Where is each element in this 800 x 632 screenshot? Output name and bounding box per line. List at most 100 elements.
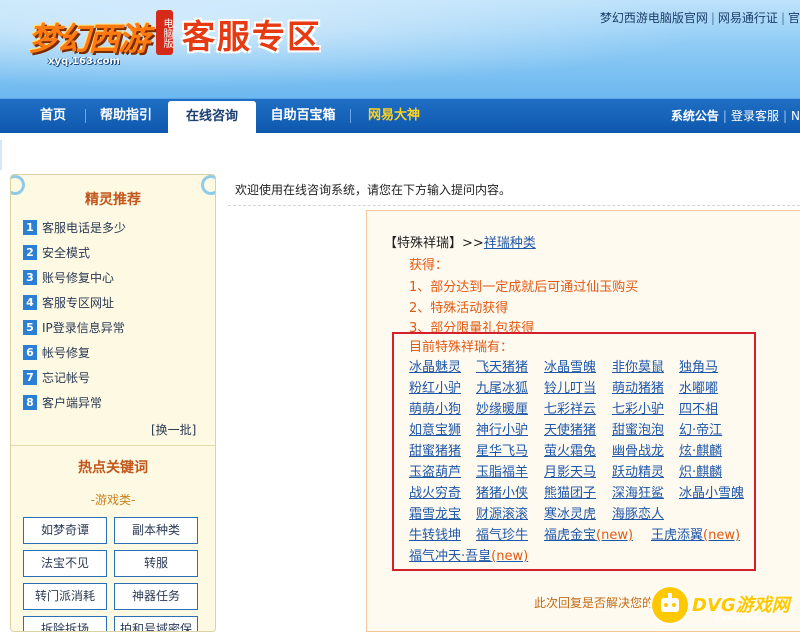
mount-link[interactable]: 非你莫鼠 (612, 356, 664, 375)
mount-link[interactable]: 铃儿叮当 (544, 377, 596, 396)
keyword-button[interactable]: 如梦奇谭 (23, 517, 107, 544)
mount-link[interactable]: 粉红小驴 (409, 377, 461, 396)
mount-name: 王虎添翼 (651, 528, 704, 543)
top-link-more[interactable]: 官 (788, 11, 800, 25)
mount-link[interactable]: 深海狂鲨 (612, 482, 664, 501)
mount-link[interactable]: 独角马 (679, 356, 718, 375)
recommend-label: 账号修复中心 (42, 271, 115, 285)
mount-link[interactable]: 如意宝狮 (409, 419, 461, 438)
recommend-item[interactable]: 7 忘记帐号 (23, 369, 207, 394)
mount-link[interactable]: 牛转钱坤 (409, 524, 461, 543)
mount-link[interactable]: 冰晶雪魄 (544, 356, 596, 375)
mount-link[interactable]: 幻·帝江 (679, 419, 722, 438)
nav-online-consult[interactable]: 在线咨询 (168, 101, 256, 133)
nav-help[interactable]: 帮助指引 (90, 99, 162, 133)
recommend-list: 1 客服电话是多少 2 安全模式 3 账号修复中心 4 客服专区网址 5 IP登录信息异常… (23, 219, 207, 419)
site-watermark: DVG游戏网 www.dvg.cn (652, 585, 800, 625)
mount-link[interactable]: 萌动猪猪 (612, 377, 664, 396)
pc-version-badge: 电脑版 (156, 10, 173, 55)
mount-link[interactable]: 萌萌小狗 (409, 398, 461, 417)
mount-link[interactable]: 炽·麒麟 (679, 461, 722, 480)
nav-login[interactable]: 登录客服 (731, 109, 779, 123)
mount-link[interactable]: 福气珍牛 (476, 524, 528, 543)
site-header: 梦幻西游 xyq.163.com 电脑版 客服专区 梦幻西游电脑版官网 | 网易通行… (0, 0, 800, 98)
recommend-item[interactable]: 6 帐号修复 (23, 344, 207, 369)
mount-link[interactable]: 冰晶魅灵 (409, 356, 461, 375)
top-link-official[interactable]: 梦幻西游电脑版官网 (600, 11, 708, 25)
nav-home[interactable]: 首页 (22, 99, 84, 133)
sidebar: 精灵推荐 1 客服电话是多少 2 安全模式 3 账号修复中心 4 客服专区网址 5 IP登… (10, 174, 216, 632)
mount-link[interactable]: 熊猫团子 (544, 482, 596, 501)
nav-toolbox[interactable]: 自助百宝箱 (262, 99, 344, 133)
recommend-label: 帐号修复 (42, 346, 91, 360)
mount-link-new[interactable]: 王虎添翼(new) (651, 524, 740, 543)
keyword-button[interactable]: 神器任务 (114, 583, 198, 610)
new-tag: (new) (703, 528, 741, 543)
rank-badge: 8 (23, 395, 37, 410)
mount-link[interactable]: 七彩小驴 (612, 398, 664, 417)
mount-link[interactable]: 炫·麒麟 (679, 440, 722, 459)
recommend-label: 安全模式 (42, 246, 91, 260)
recommend-item[interactable]: 3 账号修复中心 (23, 269, 207, 294)
top-link-passport[interactable]: 网易通行证 (718, 11, 778, 25)
recommend-item[interactable]: 5 IP登录信息异常 (23, 319, 207, 344)
mount-link[interactable]: 玉盗葫芦 (409, 461, 461, 480)
crumb-prefix: 【特殊祥瑞】>> (384, 236, 484, 251)
keyword-button[interactable]: 转门派消耗 (23, 583, 107, 610)
welcome-message: 欢迎使用在线咨询系统，请您在下方输入提问内容。 (235, 183, 512, 197)
rank-badge: 1 (23, 220, 37, 235)
mount-link[interactable]: 财源滚滚 (476, 503, 528, 522)
logo-text: 梦幻西游 (28, 20, 150, 58)
mount-link[interactable]: 玉脂福羊 (476, 461, 528, 480)
current-mounts-label: 目前特殊祥瑞有： (409, 340, 514, 355)
mount-link[interactable]: 七彩祥云 (544, 398, 596, 417)
keyword-button[interactable]: 转服 (114, 550, 198, 577)
recommend-item[interactable]: 1 客服电话是多少 (23, 219, 207, 244)
crumb-link[interactable]: 祥瑞种类 (484, 236, 536, 251)
mount-link[interactable]: 战火穷奇 (409, 482, 461, 501)
mount-link[interactable]: 幽骨战龙 (612, 440, 664, 459)
mount-name: 福气冲天·吾皇 (409, 549, 492, 564)
recommend-item[interactable]: 2 安全模式 (23, 244, 207, 269)
nav-divider (350, 109, 351, 123)
mount-link[interactable]: 海豚恋人 (612, 503, 664, 522)
switch-batch-button[interactable]: [换一批] (151, 421, 196, 438)
mount-link[interactable]: 甜蜜猪猪 (409, 440, 461, 459)
new-tag: (new) (596, 528, 634, 543)
recommend-item[interactable]: 8 客户端异常 (23, 394, 207, 419)
acquire-label: 获得： (409, 258, 449, 273)
mount-link[interactable]: 甜蜜泡泡 (612, 419, 664, 438)
mount-link[interactable]: 天使猪猪 (544, 419, 596, 438)
mount-link-new[interactable]: 福气冲天·吾皇(new) (409, 545, 528, 564)
mount-link[interactable]: 霜雪龙宝 (409, 503, 461, 522)
mount-link-new[interactable]: 福虎金宝(new) (544, 524, 633, 543)
mount-link[interactable]: 星华飞马 (476, 440, 528, 459)
mount-link[interactable]: 猪猪小侠 (476, 482, 528, 501)
recommend-label: IP登录信息异常 (42, 321, 125, 335)
mount-link[interactable]: 跃动精灵 (612, 461, 664, 480)
recommend-item[interactable]: 4 客服专区网址 (23, 294, 207, 319)
mount-link[interactable]: 神行小驴 (476, 419, 528, 438)
mount-link[interactable]: 冰晶小雪魄 (679, 482, 744, 501)
mount-link[interactable]: 九尾冰狐 (476, 377, 528, 396)
mount-link[interactable]: 寒冰灵虎 (544, 503, 596, 522)
nav-more[interactable]: N (791, 109, 800, 123)
mount-link[interactable]: 飞天猪猪 (476, 356, 528, 375)
nav-announcement[interactable]: 系统公告 (671, 109, 719, 123)
mount-link[interactable]: 水嘟嘟 (679, 377, 718, 396)
rank-badge: 3 (23, 270, 37, 285)
mount-name: 福虎金宝 (544, 528, 597, 543)
mount-link[interactable]: 萤火霜兔 (544, 440, 596, 459)
recommend-title: 精灵推荐 (85, 192, 141, 208)
keyword-button[interactable]: 副本种类 (114, 517, 198, 544)
mount-link[interactable]: 月影天马 (544, 461, 596, 480)
rank-badge: 5 (23, 320, 37, 335)
keyword-button[interactable]: 法宝不见 (23, 550, 107, 577)
mount-link[interactable]: 四不相 (679, 398, 718, 417)
game-logo[interactable]: 梦幻西游 xyq.163.com (12, 6, 160, 67)
rank-badge: 4 (23, 295, 37, 310)
mount-link[interactable]: 妙缘暖厘 (476, 398, 528, 417)
acquire-item: 1、部分达到一定成就后可通过仙玉购买 (409, 280, 639, 295)
acquire-item: 2、特殊活动获得 (409, 301, 509, 316)
nav-dashen[interactable]: 网易大神 (356, 99, 432, 133)
